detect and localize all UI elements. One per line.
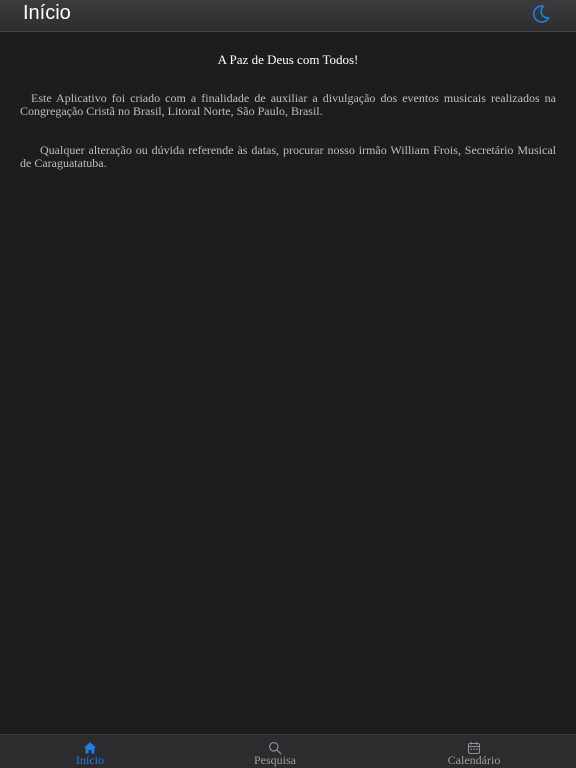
intro-paragraph: Este Aplicativo foi criado com a finalid… [20,91,556,118]
moon-icon [533,5,550,23]
navigation-bar: Início [0,0,576,32]
tab-pesquisa-label: Pesquisa [254,753,296,767]
tab-bar: Início Pesquisa Calendário [0,734,576,768]
tab-calendario-label: Calendário [447,753,501,767]
contact-paragraph: Qualquer alteração ou dúvida referende à… [20,143,556,170]
tab-inicio[interactable]: Início [30,735,150,768]
theme-toggle-button[interactable] [530,3,552,25]
tab-inicio-label: Início [76,753,104,767]
tab-calendario[interactable]: Calendário [414,735,534,768]
app-screen: Início A Paz de Deus com Todos! Este Apl… [0,0,576,768]
greeting-text: A Paz de Deus com Todos! [217,52,359,67]
page-title: Início [23,2,71,24]
main-content: A Paz de Deus com Todos! Este Aplicativo… [20,32,556,170]
tab-pesquisa[interactable]: Pesquisa [215,735,335,768]
